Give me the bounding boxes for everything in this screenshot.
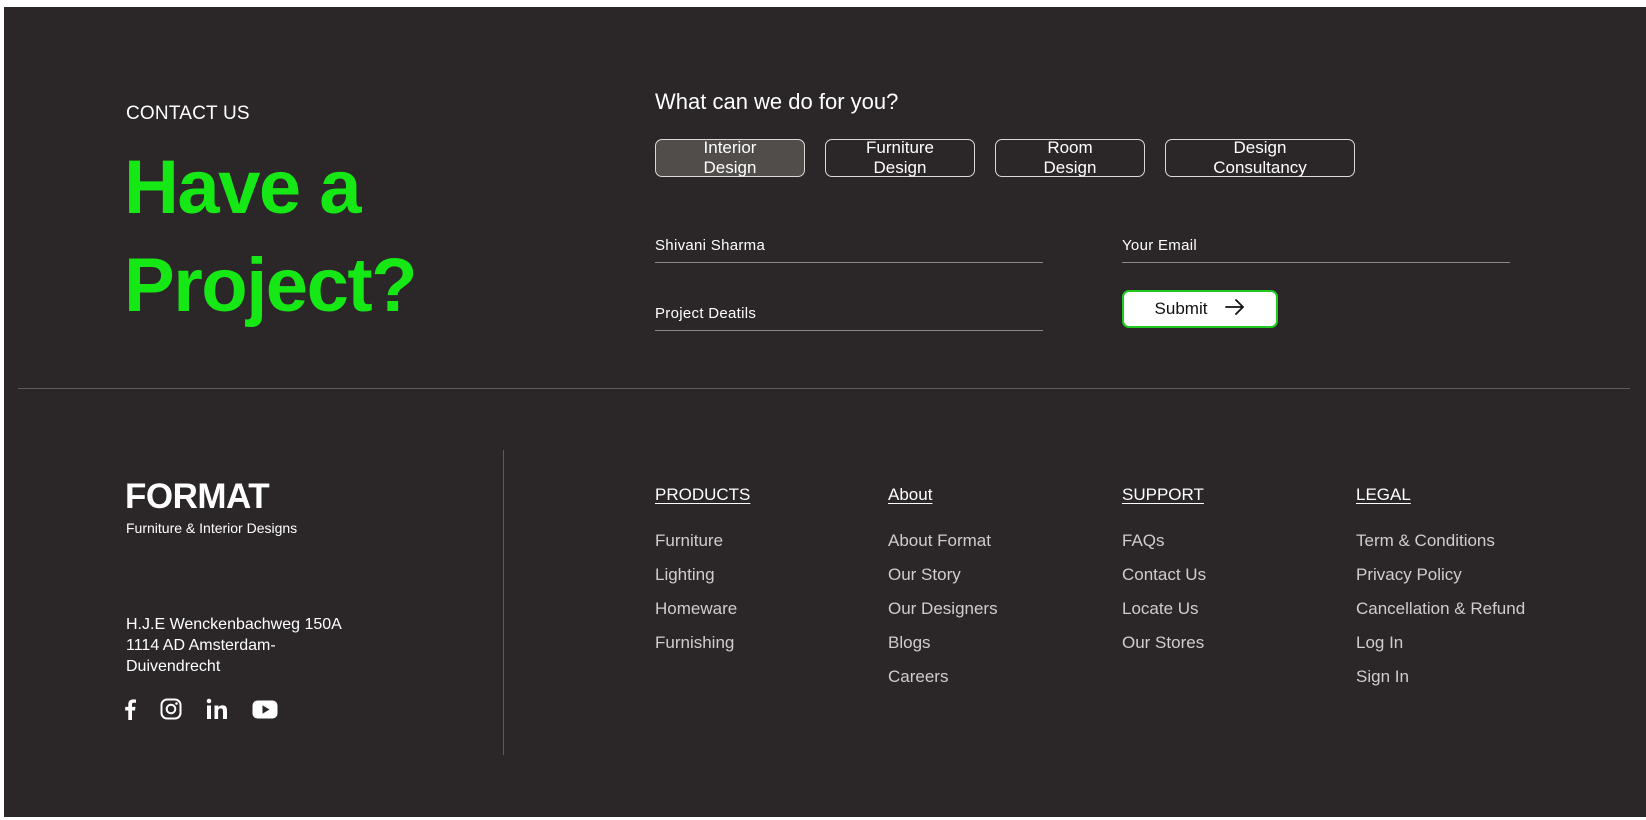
address-line-1: H.J.E Wenckenbachweg 150A xyxy=(126,616,342,633)
footer-link-our-stores[interactable]: Our Stores xyxy=(1122,633,1206,667)
footer-link-about-format[interactable]: About Format xyxy=(888,531,998,565)
section-divider xyxy=(18,388,1630,389)
service-furniture-design-button[interactable]: Furniture Design xyxy=(825,138,975,177)
headline-line-1: Have a xyxy=(124,145,362,230)
footer-link-our-story[interactable]: Our Story xyxy=(888,565,998,599)
footer-link-our-designers[interactable]: Our Designers xyxy=(888,599,998,633)
address-line-3: Duivendrecht xyxy=(126,658,221,675)
contact-footer-section: CONTACT US Have a Project? What can we d… xyxy=(4,7,1646,817)
footer-link-blogs[interactable]: Blogs xyxy=(888,633,998,667)
service-design-consultancy-button[interactable]: Design Consultancy xyxy=(1165,138,1355,177)
footer-link-log-in[interactable]: Log In xyxy=(1356,633,1525,667)
service-options: Interior Design Furniture Design Room De… xyxy=(655,138,1355,177)
headline-line-2: Project? xyxy=(124,243,418,328)
form-question: What can we do for you? xyxy=(655,89,899,114)
footer-link-sign-in[interactable]: Sign In xyxy=(1356,667,1525,701)
address: H.J.E Wenckenbachweg 150A 1114 AD Amster… xyxy=(126,614,342,677)
contact-headline: Have a Project? xyxy=(124,139,418,335)
footer-column-products: PRODUCTS Furniture Lighting Homeware Fur… xyxy=(655,485,750,667)
footer-link-careers[interactable]: Careers xyxy=(888,667,998,701)
column-heading-products[interactable]: PRODUCTS xyxy=(655,485,750,505)
facebook-icon[interactable] xyxy=(124,696,136,722)
project-details-field[interactable] xyxy=(655,305,1043,322)
footer-link-lighting[interactable]: Lighting xyxy=(655,565,750,599)
footer-link-faqs[interactable]: FAQs xyxy=(1122,531,1206,565)
service-interior-design-button[interactable]: Interior Design xyxy=(655,138,805,177)
footer-link-furnishing[interactable]: Furnishing xyxy=(655,633,750,667)
brand-logo[interactable]: FORMAT xyxy=(125,477,270,517)
linkedin-icon[interactable] xyxy=(206,696,228,722)
column-heading-support[interactable]: SUPPORT xyxy=(1122,485,1206,505)
brand-tagline: Furniture & Interior Designs xyxy=(126,520,298,536)
address-line-2: 1114 AD Amsterdam- xyxy=(126,637,276,654)
name-field-wrapper xyxy=(655,227,1043,263)
details-field-wrapper xyxy=(655,295,1043,331)
footer-vertical-divider xyxy=(503,450,504,755)
footer-link-cancellation-refund[interactable]: Cancellation & Refund xyxy=(1356,599,1525,633)
name-field[interactable] xyxy=(655,237,1043,254)
submit-label: Submit xyxy=(1154,299,1208,318)
service-room-design-button[interactable]: Room Design xyxy=(995,138,1145,177)
column-heading-about[interactable]: About xyxy=(888,485,998,505)
youtube-icon[interactable] xyxy=(252,696,278,722)
email-field[interactable] xyxy=(1122,237,1510,254)
instagram-icon[interactable] xyxy=(160,696,182,722)
arrow-right-icon xyxy=(1225,298,1245,320)
column-heading-legal[interactable]: LEGAL xyxy=(1356,485,1525,505)
footer-link-contact-us[interactable]: Contact Us xyxy=(1122,565,1206,599)
social-links xyxy=(124,696,278,722)
footer-link-terms[interactable]: Term & Conditions xyxy=(1356,531,1525,565)
footer-column-about: About About Format Our Story Our Designe… xyxy=(888,485,998,701)
footer-link-privacy-policy[interactable]: Privacy Policy xyxy=(1356,565,1525,599)
contact-eyebrow: CONTACT US xyxy=(126,103,250,124)
submit-button[interactable]: Submit xyxy=(1122,290,1278,328)
email-field-wrapper xyxy=(1122,227,1510,263)
footer-column-legal: LEGAL Term & Conditions Privacy Policy C… xyxy=(1356,485,1525,701)
footer-column-support: SUPPORT FAQs Contact Us Locate Us Our St… xyxy=(1122,485,1206,667)
footer-link-furniture[interactable]: Furniture xyxy=(655,531,750,565)
footer-link-locate-us[interactable]: Locate Us xyxy=(1122,599,1206,633)
footer-link-homeware[interactable]: Homeware xyxy=(655,599,750,633)
